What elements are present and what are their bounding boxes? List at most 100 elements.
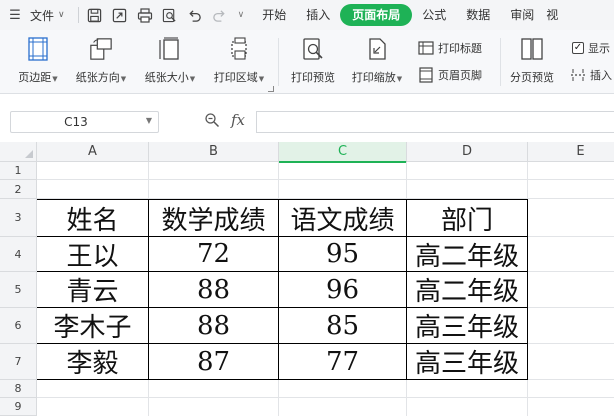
insert-page-break-button[interactable]: 插入 <box>570 67 612 83</box>
margins-button[interactable]: 页边距▼ <box>10 30 66 85</box>
column-header-d[interactable]: D <box>407 142 528 162</box>
column-header-c[interactable]: C <box>279 142 407 163</box>
tab-formulas[interactable]: 公式 <box>412 4 456 26</box>
header-footer-icon <box>419 67 433 83</box>
formula-input[interactable] <box>256 111 614 133</box>
show-label: 显示 <box>588 42 610 55</box>
row-header-3[interactable]: 3 <box>0 199 37 237</box>
header-footer-button[interactable]: 页眉页脚 <box>418 67 482 83</box>
function-icon[interactable]: fx <box>231 111 245 129</box>
print-titles-icon <box>418 41 434 55</box>
table-cell[interactable]: 高三年级 <box>407 344 527 379</box>
ribbon-toolbar: 页边距▼ 纸张方向▼ 纸张大小▼ 打印区域▼ 打印预览 打印缩放▼ 打印标题 页… <box>0 30 614 94</box>
save-icon[interactable] <box>84 4 106 26</box>
row-header-8[interactable]: 8 <box>0 380 37 398</box>
orientation-icon <box>89 36 113 62</box>
name-box[interactable]: C13 ▼ <box>10 111 159 133</box>
dropdown-arrow-icon[interactable]: ▼ <box>146 116 152 125</box>
header-footer-label: 页眉页脚 <box>438 69 482 82</box>
table-cell[interactable]: 高二年级 <box>407 272 527 307</box>
zoom-search-icon[interactable] <box>204 112 220 132</box>
caret-down-icon: ▼ <box>52 75 58 83</box>
divider <box>77 7 79 23</box>
table-cell[interactable]: 李毅 <box>37 344 148 379</box>
tab-home[interactable]: 开始 <box>252 4 296 26</box>
table-cell[interactable]: 高三年级 <box>407 308 527 343</box>
table-cell[interactable]: 88 <box>149 272 278 307</box>
print-scale-label: 打印缩放 <box>351 71 396 84</box>
row-header-1[interactable]: 1 <box>0 162 37 180</box>
main-menu-icon[interactable]: ☰ <box>0 0 30 30</box>
print-area-label: 打印区域 <box>213 71 258 84</box>
gridline <box>37 397 614 398</box>
caret-down-icon: ▼ <box>396 75 403 83</box>
select-all-corner[interactable] <box>0 142 37 162</box>
table-cell[interactable]: 87 <box>149 344 278 379</box>
page-break-preview-label: 分页预览 <box>510 71 554 84</box>
page-break-preview-icon <box>520 36 544 62</box>
row-header-4[interactable]: 4 <box>0 237 37 272</box>
tab-review[interactable]: 审阅 <box>500 4 544 26</box>
table-cell[interactable]: 高二年级 <box>407 237 527 272</box>
row-header-5[interactable]: 5 <box>0 272 37 308</box>
page-break-preview-button[interactable]: 分页预览 <box>506 30 558 85</box>
row-header-7[interactable]: 7 <box>0 344 37 380</box>
table-header-cell[interactable]: 语文成绩 <box>279 200 406 236</box>
table-header-cell[interactable]: 姓名 <box>37 200 148 236</box>
export-icon[interactable] <box>109 4 131 26</box>
insert-label: 插入 <box>590 69 612 82</box>
print-icon[interactable] <box>134 4 156 26</box>
table-cell[interactable]: 王以 <box>37 237 148 272</box>
print-area-icon <box>227 36 251 62</box>
spreadsheet-grid[interactable]: A B C D E 1 2 3 4 5 6 7 8 9 姓名 数学成绩 语文成绩… <box>0 142 614 416</box>
row-header-9[interactable]: 9 <box>0 398 37 416</box>
print-titles-label: 打印标题 <box>438 42 482 55</box>
table-header-cell[interactable]: 部门 <box>407 200 527 236</box>
dialog-launcher-icon[interactable] <box>268 86 274 92</box>
file-menu[interactable]: 文件 ∨ <box>30 7 65 24</box>
table-cell[interactable]: 李木子 <box>37 308 148 343</box>
column-header-a[interactable]: A <box>37 142 149 162</box>
row-header-6[interactable]: 6 <box>0 308 37 344</box>
print-preview-icon[interactable] <box>159 4 181 26</box>
table-cell[interactable]: 96 <box>279 272 406 307</box>
divider <box>278 38 279 86</box>
print-scale-button[interactable]: 打印缩放▼ <box>346 30 408 85</box>
table-cell[interactable]: 77 <box>279 344 406 379</box>
caret-down-icon: ▼ <box>189 75 196 83</box>
column-header-b[interactable]: B <box>149 142 279 162</box>
table-cell[interactable]: 88 <box>149 308 278 343</box>
print-preview-icon <box>301 36 325 62</box>
menu-bar: ☰ 文件 ∨ ∨ 开始 插入 页面布局 公式 数据 审阅 视 <box>0 0 614 30</box>
table-cell[interactable]: 95 <box>279 237 406 271</box>
tab-insert[interactable]: 插入 <box>296 4 340 26</box>
table-border <box>527 199 528 380</box>
redo-icon[interactable] <box>209 4 231 26</box>
undo-icon[interactable] <box>184 4 206 26</box>
margins-label: 页边距 <box>18 71 52 84</box>
orientation-button[interactable]: 纸张方向▼ <box>70 30 132 85</box>
table-cell[interactable]: 72 <box>149 237 278 271</box>
table-cell[interactable]: 青云 <box>37 272 148 307</box>
chevron-down-icon: ∨ <box>58 10 65 20</box>
table-header-cell[interactable]: 数学成绩 <box>149 200 278 236</box>
insert-page-break-icon <box>571 69 585 81</box>
print-titles-button[interactable]: 打印标题 <box>418 40 482 56</box>
column-header-e[interactable]: E <box>528 142 614 162</box>
print-preview-button[interactable]: 打印预览 <box>286 30 340 85</box>
name-box-value: C13 <box>64 115 88 129</box>
orientation-label: 纸张方向 <box>75 71 120 84</box>
divider <box>500 38 501 86</box>
margins-icon <box>26 36 50 62</box>
show-checkbox-row[interactable]: ✓ 显示 <box>572 40 610 56</box>
paper-size-button[interactable]: 纸张大小▼ <box>139 30 201 85</box>
tab-view[interactable]: 视 <box>544 4 560 26</box>
print-area-button[interactable]: 打印区域▼ <box>208 30 270 85</box>
gridline <box>37 179 614 180</box>
row-header-2[interactable]: 2 <box>0 180 37 199</box>
tab-page-layout[interactable]: 页面布局 <box>340 4 413 26</box>
checkbox-checked-icon[interactable]: ✓ <box>572 42 584 54</box>
tab-data[interactable]: 数据 <box>456 4 500 26</box>
table-cell[interactable]: 85 <box>279 308 406 343</box>
chevron-down-icon[interactable]: ∨ <box>238 10 245 20</box>
